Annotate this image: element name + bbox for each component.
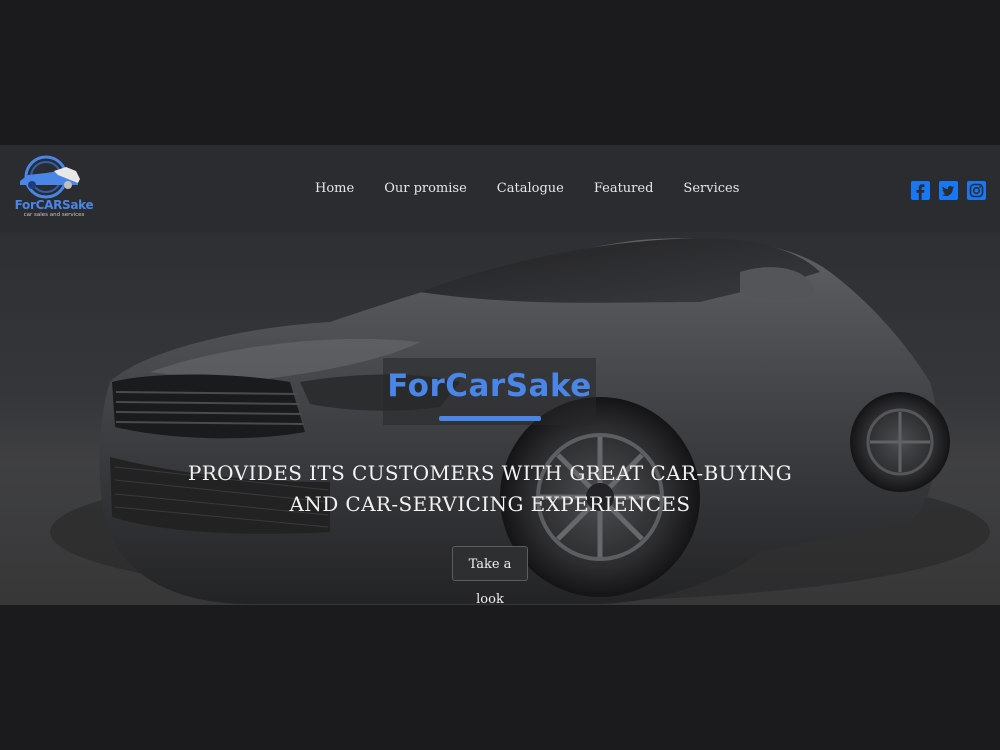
car-logo-icon — [20, 155, 80, 199]
hero-brand-underline — [439, 416, 541, 421]
logo-tagline: car sales and services — [23, 212, 85, 218]
logo-name: ForCARSake — [14, 198, 94, 212]
main-nav: Home Our promise Catalogue Featured Serv… — [300, 145, 739, 232]
take-a-look-button[interactable]: Take a look — [452, 546, 528, 605]
hero-brand-title: ForCarSake — [387, 368, 592, 404]
nav-item-home[interactable]: Home — [300, 181, 369, 196]
site-header: ForCARSake car sales and services Home O… — [0, 145, 1000, 232]
hero-section: ForCarSake PROVIDES ITS CUSTOMERS WITH G… — [0, 232, 1000, 605]
hero-brand-box: ForCarSake — [383, 358, 596, 425]
nav-item-our-promise[interactable]: Our promise — [369, 181, 482, 196]
facebook-icon[interactable] — [911, 181, 930, 200]
twitter-icon[interactable] — [939, 181, 958, 200]
nav-item-catalogue[interactable]: Catalogue — [482, 181, 579, 196]
nav-item-services[interactable]: Services — [668, 181, 754, 196]
nav-item-featured[interactable]: Featured — [579, 181, 669, 196]
logo[interactable]: ForCARSake car sales and services — [14, 155, 94, 225]
hero-tagline-line2: AND CAR-SERVICING EXPERIENCES — [289, 492, 691, 516]
social-links — [911, 181, 986, 200]
instagram-icon[interactable] — [967, 181, 986, 200]
hero-tagline-line1: PROVIDES ITS CUSTOMERS WITH GREAT CAR-BU… — [187, 461, 793, 485]
hero-tagline: PROVIDES ITS CUSTOMERS WITH GREAT CAR-BU… — [150, 458, 830, 520]
page-frame: ForCARSake car sales and services Home O… — [0, 145, 1000, 605]
